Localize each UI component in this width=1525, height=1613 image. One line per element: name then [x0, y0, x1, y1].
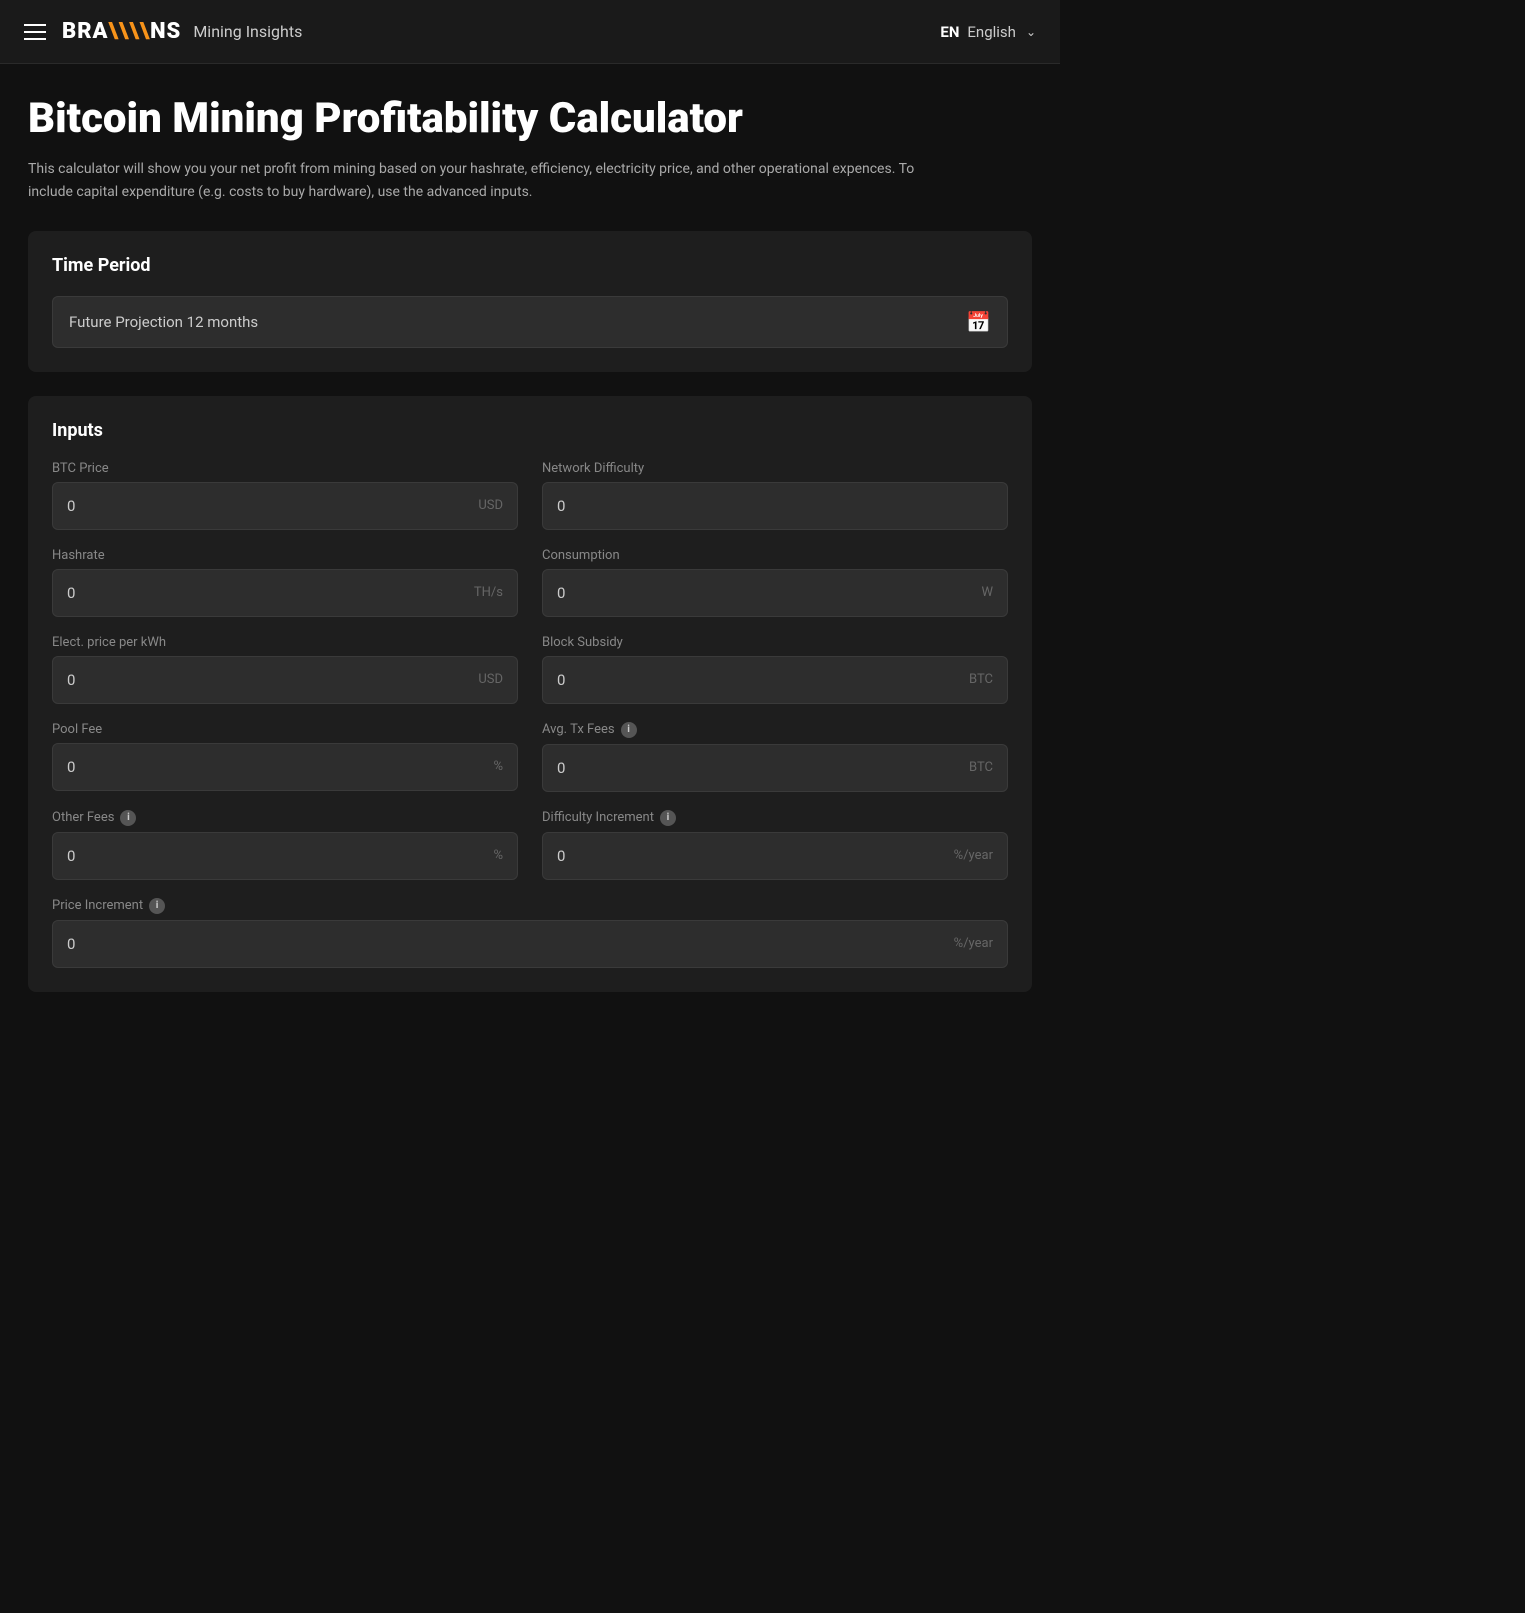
- label-hashrate: Hashrate: [52, 548, 518, 563]
- language-code: EN: [940, 23, 959, 41]
- label-avg-tx-fees: Avg. Tx Fees i: [542, 722, 1008, 738]
- calendar-icon: 📅: [966, 310, 991, 334]
- input-difficulty-increment[interactable]: 0 %/year: [542, 832, 1008, 880]
- time-period-selector[interactable]: Future Projection 12 months 📅: [52, 296, 1008, 348]
- page-description: This calculator will show you your net p…: [28, 158, 928, 203]
- difficulty-increment-info-icon[interactable]: i: [660, 810, 676, 826]
- input-group-consumption: Consumption 0 W: [542, 548, 1008, 617]
- page-title: Bitcoin Mining Profitability Calculator: [28, 96, 1032, 142]
- other-fees-unit: %: [493, 848, 503, 863]
- input-hashrate[interactable]: 0 TH/s: [52, 569, 518, 617]
- inputs-card: Inputs BTC Price 0 USD Network Difficult…: [28, 396, 1032, 992]
- time-period-value: Future Projection 12 months: [69, 313, 258, 331]
- price-increment-unit: %/year: [954, 936, 993, 951]
- input-group-pool-fee: Pool Fee 0 %: [52, 722, 518, 792]
- input-group-price-increment: Price Increment i 0 %/year: [52, 898, 1008, 968]
- label-network-difficulty: Network Difficulty: [542, 461, 1008, 476]
- label-difficulty-increment: Difficulty Increment i: [542, 810, 1008, 826]
- other-fees-value: 0: [67, 847, 485, 865]
- chevron-down-icon: ⌄: [1026, 25, 1036, 39]
- input-other-fees[interactable]: 0 %: [52, 832, 518, 880]
- avg-tx-fees-info-icon[interactable]: i: [621, 722, 637, 738]
- hamburger-line-2: [24, 31, 46, 33]
- label-elect-price: Elect. price per kWh: [52, 635, 518, 650]
- price-increment-value: 0: [67, 935, 946, 953]
- label-other-fees: Other Fees i: [52, 810, 518, 826]
- input-group-other-fees: Other Fees i 0 %: [52, 810, 518, 880]
- btc-price-value: 0: [67, 497, 470, 515]
- elect-price-unit: USD: [478, 672, 503, 687]
- input-group-hashrate: Hashrate 0 TH/s: [52, 548, 518, 617]
- time-period-section-title: Time Period: [52, 255, 1008, 276]
- time-period-card: Time Period Future Projection 12 months …: [28, 231, 1032, 372]
- brand-logo: BRA\\\\NS: [62, 19, 181, 44]
- hamburger-menu-button[interactable]: [24, 24, 46, 40]
- input-group-elect-price: Elect. price per kWh 0 USD: [52, 635, 518, 704]
- label-price-increment: Price Increment i: [52, 898, 1008, 914]
- difficulty-increment-unit: %/year: [954, 848, 993, 863]
- difficulty-increment-value: 0: [557, 847, 946, 865]
- language-selector[interactable]: EN English ⌄: [940, 23, 1036, 41]
- language-label: English: [967, 23, 1016, 41]
- hamburger-line-1: [24, 24, 46, 26]
- inputs-grid: BTC Price 0 USD Network Difficulty 0: [52, 461, 1008, 968]
- block-subsidy-unit: BTC: [969, 672, 993, 687]
- label-consumption: Consumption: [542, 548, 1008, 563]
- input-avg-tx-fees[interactable]: 0 BTC: [542, 744, 1008, 792]
- label-btc-price: BTC Price: [52, 461, 518, 476]
- btc-price-unit: USD: [478, 498, 503, 513]
- network-difficulty-value: 0: [557, 497, 985, 515]
- input-elect-price[interactable]: 0 USD: [52, 656, 518, 704]
- navbar: BRA\\\\NS Mining Insights EN English ⌄: [0, 0, 1060, 64]
- label-block-subsidy: Block Subsidy: [542, 635, 1008, 650]
- elect-price-value: 0: [67, 671, 470, 689]
- input-network-difficulty[interactable]: 0: [542, 482, 1008, 530]
- hamburger-line-3: [24, 38, 46, 40]
- price-increment-info-icon[interactable]: i: [149, 898, 165, 914]
- other-fees-info-icon[interactable]: i: [120, 810, 136, 826]
- label-pool-fee: Pool Fee: [52, 722, 518, 737]
- input-btc-price[interactable]: 0 USD: [52, 482, 518, 530]
- hashrate-unit: TH/s: [474, 585, 503, 600]
- input-consumption[interactable]: 0 W: [542, 569, 1008, 617]
- block-subsidy-value: 0: [557, 671, 961, 689]
- pool-fee-value: 0: [67, 758, 485, 776]
- pool-fee-unit: %: [493, 759, 503, 774]
- brand: BRA\\\\NS Mining Insights: [62, 19, 302, 44]
- hashrate-value: 0: [67, 584, 466, 602]
- inputs-section-title: Inputs: [52, 420, 1008, 441]
- input-group-difficulty-increment: Difficulty Increment i 0 %/year: [542, 810, 1008, 880]
- input-block-subsidy[interactable]: 0 BTC: [542, 656, 1008, 704]
- input-pool-fee[interactable]: 0 %: [52, 743, 518, 791]
- input-group-network-difficulty: Network Difficulty 0: [542, 461, 1008, 530]
- input-group-btc-price: BTC Price 0 USD: [52, 461, 518, 530]
- input-price-increment[interactable]: 0 %/year: [52, 920, 1008, 968]
- consumption-value: 0: [557, 584, 973, 602]
- navbar-left: BRA\\\\NS Mining Insights: [24, 19, 302, 44]
- brand-subtitle: Mining Insights: [193, 22, 302, 41]
- input-group-block-subsidy: Block Subsidy 0 BTC: [542, 635, 1008, 704]
- main-content: Bitcoin Mining Profitability Calculator …: [0, 64, 1060, 1056]
- avg-tx-fees-unit: BTC: [969, 760, 993, 775]
- input-group-avg-tx-fees: Avg. Tx Fees i 0 BTC: [542, 722, 1008, 792]
- avg-tx-fees-value: 0: [557, 759, 961, 777]
- consumption-unit: W: [981, 585, 993, 600]
